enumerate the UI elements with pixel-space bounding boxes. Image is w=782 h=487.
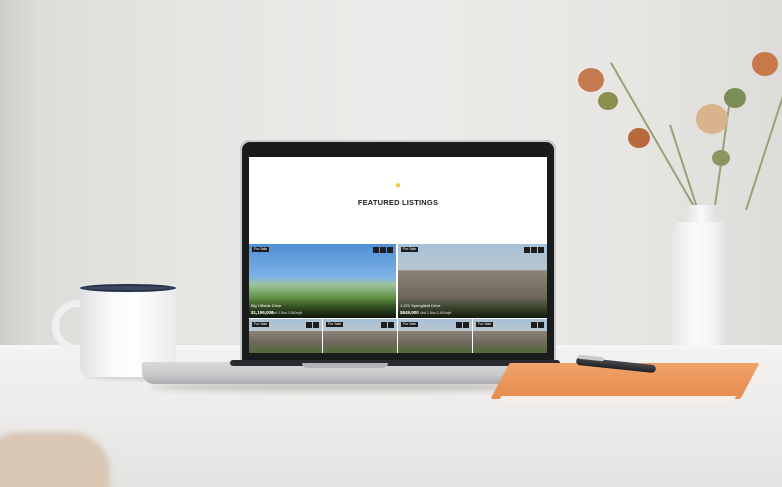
- status-badge: For Sale: [401, 322, 419, 327]
- status-badge: For Sale: [252, 322, 270, 327]
- laptop-notch: [302, 363, 388, 368]
- photo-icon[interactable]: [381, 322, 387, 328]
- laptop-screen: ● FEATURED LISTINGS For Sale Big Hillsid…: [249, 157, 547, 353]
- listing-card[interactable]: For Sale: [323, 319, 397, 353]
- lightbulb-icon: ●: [394, 180, 402, 191]
- listing-actions: [456, 322, 469, 328]
- listing-actions: [531, 322, 544, 328]
- favorite-icon[interactable]: [538, 322, 544, 328]
- favorite-icon[interactable]: [387, 247, 393, 253]
- listing-address[interactable]: 1,221 Springfield Drive: [400, 303, 440, 308]
- favorite-icon[interactable]: [388, 322, 394, 328]
- status-badge: For Sale: [252, 247, 270, 252]
- wall-shadow: [0, 0, 40, 360]
- section-heading: FEATURED LISTINGS: [357, 198, 439, 207]
- listing-specs: 4bd 2.5ba 2,450sqft: [420, 311, 451, 315]
- chair-back: [0, 432, 110, 487]
- photo-scene: ● FEATURED LISTINGS For Sale Big Hillsid…: [0, 0, 782, 487]
- listing-card[interactable]: For Sale: [249, 319, 322, 353]
- listing-address[interactable]: Big Hillside Drive: [251, 303, 281, 308]
- listing-actions: [524, 247, 544, 253]
- listing-card[interactable]: For Sale: [398, 319, 472, 353]
- video-icon[interactable]: [531, 247, 537, 253]
- favorite-icon[interactable]: [538, 247, 544, 253]
- listing-actions: [373, 247, 393, 253]
- status-badge: For Sale: [476, 322, 494, 327]
- status-badge: For Sale: [326, 322, 344, 327]
- photo-icon[interactable]: [456, 322, 462, 328]
- listing-card[interactable]: For Sale: [473, 319, 547, 353]
- listing-actions: [381, 322, 394, 328]
- photo-icon[interactable]: [306, 322, 312, 328]
- photo-icon[interactable]: [531, 322, 537, 328]
- listing-price: $849,900: [400, 310, 419, 315]
- listing-card[interactable]: For Sale Big Hillside Drive $1,199,000 4…: [249, 244, 396, 318]
- listing-actions: [306, 322, 319, 328]
- listing-specs: 4bd 3.5ba 3,450sqft: [271, 311, 302, 315]
- photo-icon[interactable]: [373, 247, 379, 253]
- favorite-icon[interactable]: [313, 322, 319, 328]
- listing-card[interactable]: For Sale 1,221 Springfield Drive $849,90…: [398, 244, 547, 318]
- favorite-icon[interactable]: [463, 322, 469, 328]
- video-icon[interactable]: [380, 247, 386, 253]
- status-badge: For Sale: [401, 247, 419, 252]
- photo-icon[interactable]: [524, 247, 530, 253]
